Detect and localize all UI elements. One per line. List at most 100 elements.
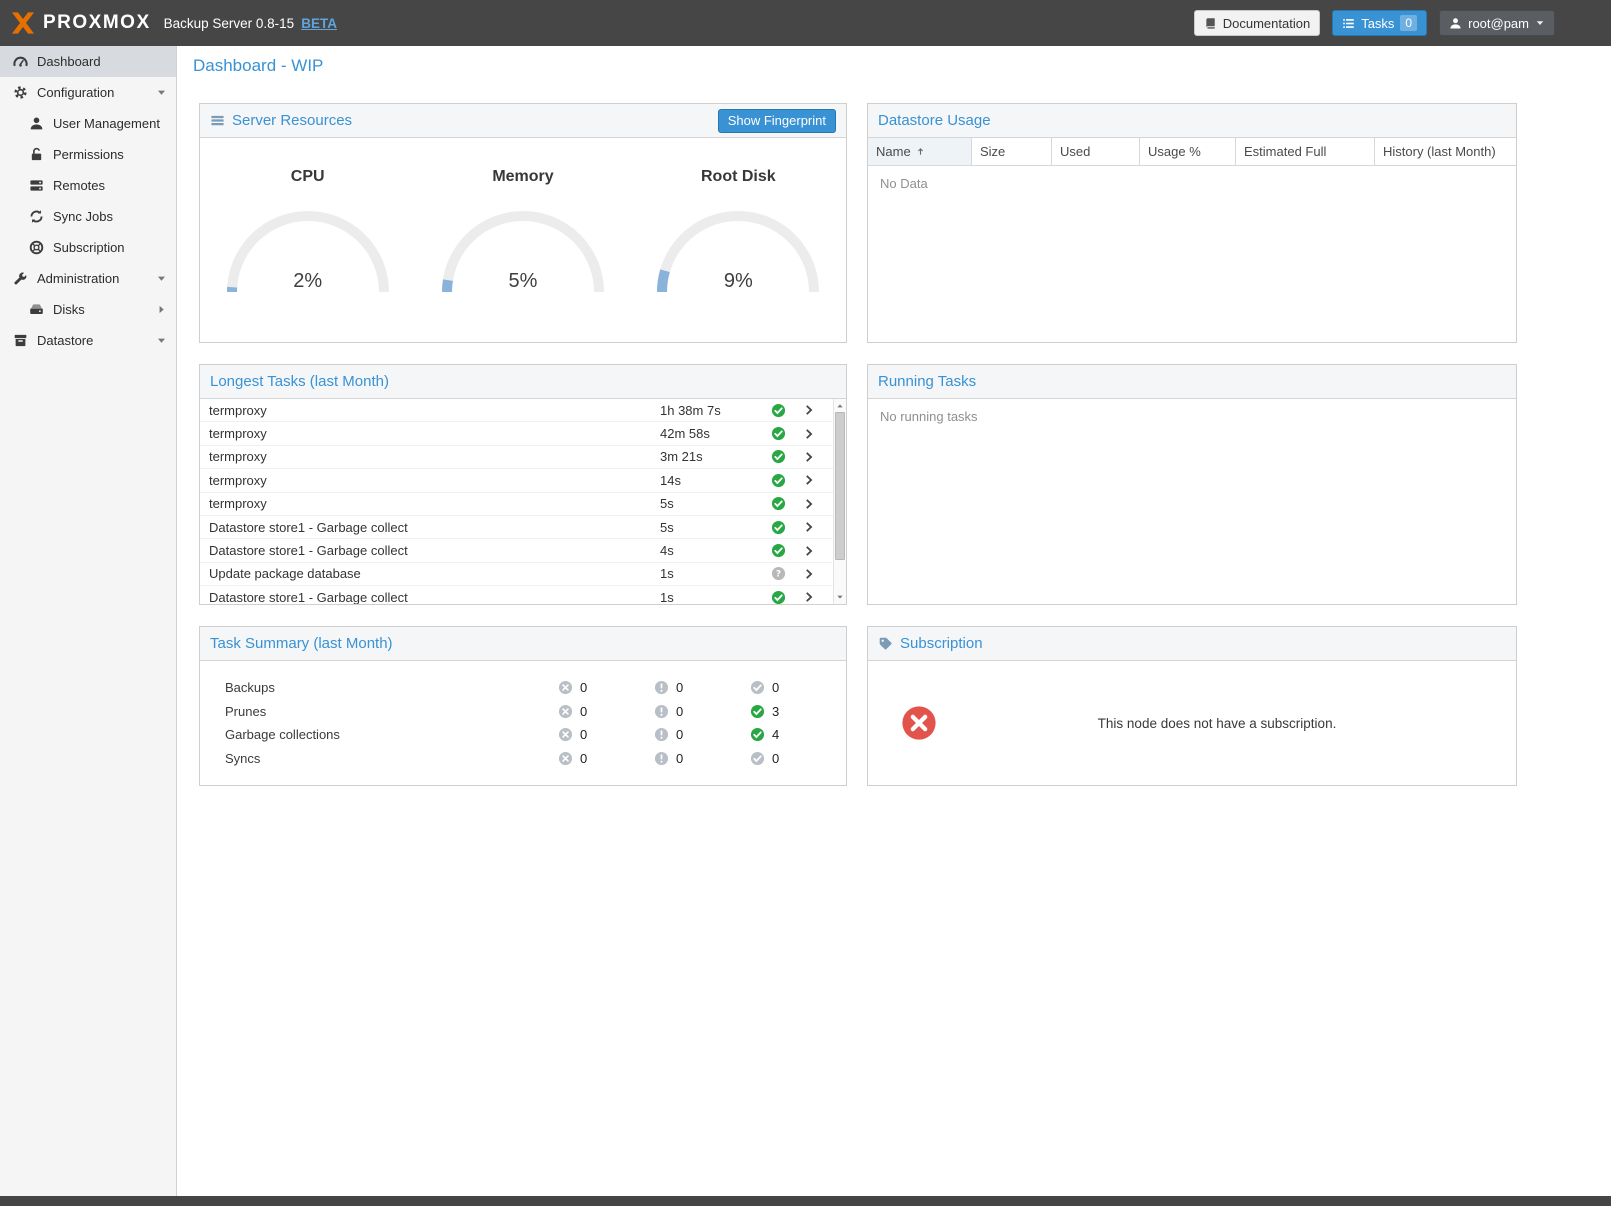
subscription-body: This node does not have a subscription. [868,661,1516,785]
cpu-percent-value: 2% [218,270,398,293]
main-content: Dashboard - WIP Server Resources Show Fi… [177,46,1611,1196]
summary-row-prunes: Prunes 0 0 3 [225,700,846,724]
check-circle-icon [771,590,786,604]
datastore-usage-header: Datastore Usage [868,104,1516,138]
column-header-usage-pct[interactable]: Usage % [1140,138,1236,165]
open-task-chevron-icon[interactable] [794,428,824,440]
documentation-button[interactable]: Documentation [1194,10,1320,36]
task-summary-table: Backups 0 0 0 Prunes 0 0 3 Garbage colle… [200,661,846,770]
scrollbar-thumb[interactable] [835,412,845,560]
datastore-usage-empty-text: No Data [868,166,1516,201]
task-row[interactable]: Update package database 1s [200,563,833,586]
datastore-usage-panel: Datastore Usage Name Size Used Usage % E… [867,103,1517,343]
check-circle-icon [771,473,786,488]
check-circle-icon [771,449,786,464]
sidebar-item-configuration[interactable]: Configuration [0,77,176,108]
datastore-usage-title: Datastore Usage [878,112,991,129]
open-task-chevron-icon[interactable] [794,521,824,533]
caret-down-icon [1535,18,1545,28]
resource-gauges: CPU 2% Memory [200,138,846,297]
vertical-scrollbar[interactable] [833,399,846,604]
column-header-estimated-full[interactable]: Estimated Full [1236,138,1375,165]
server-icon [29,178,44,193]
top-bar: PROXMOX Backup Server 0.8-15 BETA Docume… [0,0,1611,46]
summary-row-syncs: Syncs 0 0 0 [225,747,846,771]
sidebar-item-remotes[interactable]: Remotes [0,170,176,201]
root-disk-gauge: Root Disk 9% [631,168,846,297]
subscription-header: Subscription [868,627,1516,661]
sort-ascending-icon [915,146,926,157]
ok-circle-icon [750,680,765,695]
task-row[interactable]: Datastore store1 - Garbage collect 1s [200,586,833,604]
task-row[interactable]: termproxy 14s [200,469,833,492]
open-task-chevron-icon[interactable] [794,568,824,580]
check-circle-icon [771,426,786,441]
column-header-used[interactable]: Used [1052,138,1140,165]
task-row[interactable]: termproxy 5s [200,493,833,516]
error-circle-icon [558,751,573,766]
summary-row-backups: Backups 0 0 0 [225,676,846,700]
longest-tasks-title: Longest Tasks (last Month) [210,373,389,390]
open-task-chevron-icon[interactable] [794,498,824,510]
memory-percent-value: 5% [433,270,613,293]
gears-icon [13,85,28,100]
tachometer-icon [13,54,28,69]
open-task-chevron-icon[interactable] [794,591,824,603]
open-task-chevron-icon[interactable] [794,545,824,557]
proxmox-x-logo-icon [10,10,36,36]
sidebar-item-permissions[interactable]: Permissions [0,139,176,170]
times-circle-icon [900,704,938,742]
sidebar-item-disks[interactable]: Disks [0,294,176,325]
warning-circle-icon [654,680,669,695]
sidebar-item-administration[interactable]: Administration [0,263,176,294]
longest-tasks-panel: Longest Tasks (last Month) termproxy 1h … [199,364,847,605]
user-menu-button[interactable]: root@pam [1439,10,1555,36]
sidebar-item-datastore[interactable]: Datastore [0,325,176,356]
tasks-button[interactable]: Tasks 0 [1332,10,1427,36]
hdd-icon [29,302,44,317]
open-task-chevron-icon[interactable] [794,474,824,486]
scroll-down-icon[interactable] [834,591,846,603]
task-row[interactable]: termproxy 1h 38m 7s [200,399,833,422]
question-circle-icon [771,566,786,581]
column-header-name[interactable]: Name [868,138,972,165]
show-fingerprint-button[interactable]: Show Fingerprint [718,109,836,133]
cpu-gauge: CPU 2% [200,168,415,297]
unlock-icon [29,147,44,162]
life-ring-icon [29,240,44,255]
caret-down-icon [156,273,167,284]
sidebar-item-sync-jobs[interactable]: Sync Jobs [0,201,176,232]
ok-circle-icon [750,751,765,766]
proxmox-logo: PROXMOX [10,10,151,36]
beta-link[interactable]: BETA [301,16,337,31]
sidebar-item-subscription[interactable]: Subscription [0,232,176,263]
running-tasks-empty-text: No running tasks [868,399,1516,434]
column-header-size[interactable]: Size [972,138,1052,165]
datastore-usage-column-headers: Name Size Used Usage % Estimated Full Hi… [868,138,1516,166]
scroll-up-icon[interactable] [834,400,846,412]
task-row[interactable]: Datastore store1 - Garbage collect 4s [200,539,833,562]
sidebar-item-user-management[interactable]: User Management [0,108,176,139]
task-summary-panel: Task Summary (last Month) Backups 0 0 0 … [199,626,847,786]
subscription-message: This node does not have a subscription. [938,716,1516,731]
check-circle-icon [771,520,786,535]
column-header-history[interactable]: History (last Month) [1375,138,1516,165]
caret-down-icon [156,87,167,98]
open-task-chevron-icon[interactable] [794,404,824,416]
warning-circle-icon [654,704,669,719]
user-icon [1449,17,1462,30]
tasks-count-badge: 0 [1400,15,1417,31]
longest-tasks-header: Longest Tasks (last Month) [200,365,846,399]
page-header: Dashboard - WIP [177,46,1611,86]
task-row[interactable]: Datastore store1 - Garbage collect 5s [200,516,833,539]
page-title: Dashboard - WIP [193,56,323,76]
task-row[interactable]: termproxy 3m 21s [200,446,833,469]
task-row[interactable]: termproxy 42m 58s [200,422,833,445]
warning-circle-icon [654,751,669,766]
sidebar-item-dashboard[interactable]: Dashboard [0,46,176,77]
running-tasks-header: Running Tasks [868,365,1516,399]
brand-wordmark: PROXMOX [43,12,151,34]
root-disk-percent-value: 9% [648,270,828,293]
open-task-chevron-icon[interactable] [794,451,824,463]
task-summary-title: Task Summary (last Month) [210,635,393,652]
